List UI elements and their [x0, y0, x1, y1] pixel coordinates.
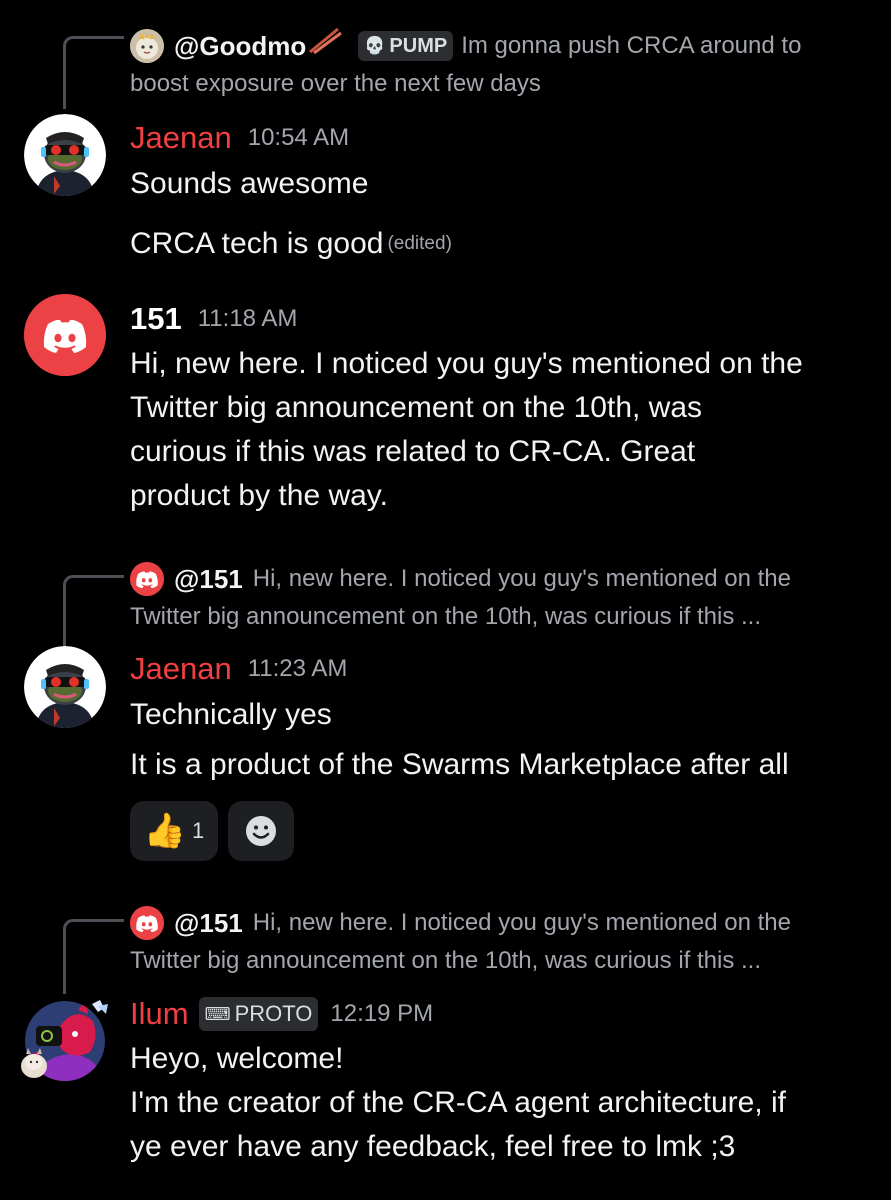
reply-avatar — [130, 562, 164, 596]
timestamp: 11:18 AM — [197, 305, 298, 332]
add-reaction-button[interactable] — [228, 801, 294, 861]
reply-preview[interactable]: @151 Hi, new here. I noticed you guy's m… — [130, 904, 870, 980]
message-header: Jaenan 11:23 AM — [130, 647, 347, 691]
reply-text-continued: Twitter big announcement on the 10th, wa… — [130, 603, 762, 630]
username[interactable]: Jaenan — [130, 651, 232, 687]
username[interactable]: Ilum — [130, 996, 189, 1032]
message-header: Ilum ⌨ PROTO 12:19 PM — [130, 992, 433, 1036]
reply-text-continued: Twitter big announcement on the 10th, wa… — [130, 947, 762, 974]
chopsticks-icon — [308, 26, 343, 66]
message-line: Sounds awesome — [130, 167, 369, 200]
reply-avatar — [130, 29, 164, 63]
reaction-count: 1 — [192, 818, 205, 843]
message-header: Jaenan 10:54 AM — [130, 116, 349, 160]
message-body: Heyo, welcome! I'm the creator of the CR… — [130, 1037, 870, 1169]
timestamp: 10:54 AM — [247, 124, 350, 151]
discord-logo-icon — [24, 294, 106, 376]
message-header: 151 11:18 AM — [130, 297, 297, 341]
message-line: Heyo, welcome! — [130, 1042, 344, 1075]
reply-author[interactable]: @151 — [174, 904, 243, 942]
message-line: curious if this was related to CR-CA. Gr… — [130, 435, 696, 468]
reply-preview[interactable]: @Goodmo 💀 PUMP Im gonna push CRCA around… — [130, 27, 870, 103]
role-tag-pump[interactable]: 💀 PUMP — [358, 31, 454, 61]
reply-connector — [63, 575, 124, 646]
avatar[interactable] — [24, 294, 106, 376]
message-line: Twitter big announcement on the 10th, wa… — [130, 391, 703, 424]
reply-connector — [63, 36, 124, 109]
reply-author[interactable]: @Goodmo — [174, 27, 306, 65]
keyboard-hand-icon: ⌨ — [204, 1003, 231, 1024]
message-line: It is a product of the Swarms Marketplac… — [130, 748, 789, 781]
timestamp: 12:19 PM — [330, 1000, 434, 1027]
reply-connector — [63, 919, 124, 994]
avatar[interactable] — [20, 996, 110, 1086]
discord-logo-icon — [130, 906, 164, 940]
reply-preview[interactable]: @151 Hi, new here. I noticed you guy's m… — [130, 560, 870, 636]
reply-avatar — [130, 906, 164, 940]
avatar[interactable] — [24, 114, 106, 196]
message-line: product by the way. — [130, 479, 388, 512]
message-line: CRCA tech is good — [130, 227, 384, 260]
reaction-thumbs-up[interactable]: 👍 1 — [130, 801, 218, 861]
thumbs-up-icon: 👍 — [143, 812, 187, 850]
reply-text: Hi, new here. I noticed you guy's mentio… — [252, 565, 791, 592]
message-line: I'm the creator of the CR-CA agent archi… — [130, 1086, 787, 1119]
skull-icon: 💀 — [364, 36, 386, 55]
timestamp: 11:23 AM — [247, 655, 348, 682]
username[interactable]: Jaenan — [130, 120, 232, 156]
message-body: Sounds awesome CRCA tech is good (edited… — [130, 162, 870, 266]
discord-logo-icon — [130, 562, 164, 596]
username[interactable]: 151 — [130, 301, 182, 337]
avatar[interactable] — [24, 646, 106, 728]
reply-text: Im gonna push CRCA around to — [461, 32, 802, 59]
reply-author[interactable]: @151 — [174, 560, 243, 598]
edited-label: (edited) — [387, 233, 452, 254]
role-tag-label: PROTO — [234, 1001, 313, 1026]
message-line: Hi, new here. I noticed you guy's mentio… — [130, 347, 803, 380]
message-body: Technically yes It is a product of the S… — [130, 693, 870, 787]
message-line: ye ever have any feedback, feel free to … — [130, 1130, 736, 1163]
role-tag-proto[interactable]: ⌨ PROTO — [198, 997, 319, 1031]
message-line: Technically yes — [130, 698, 332, 731]
reply-text-continued: boost exposure over the next few days — [130, 70, 541, 97]
reply-text: Hi, new here. I noticed you guy's mentio… — [252, 909, 791, 936]
add-reaction-icon — [246, 816, 276, 846]
message-body: Hi, new here. I noticed you guy's mentio… — [130, 342, 870, 518]
role-tag-label: PUMP — [389, 35, 448, 57]
